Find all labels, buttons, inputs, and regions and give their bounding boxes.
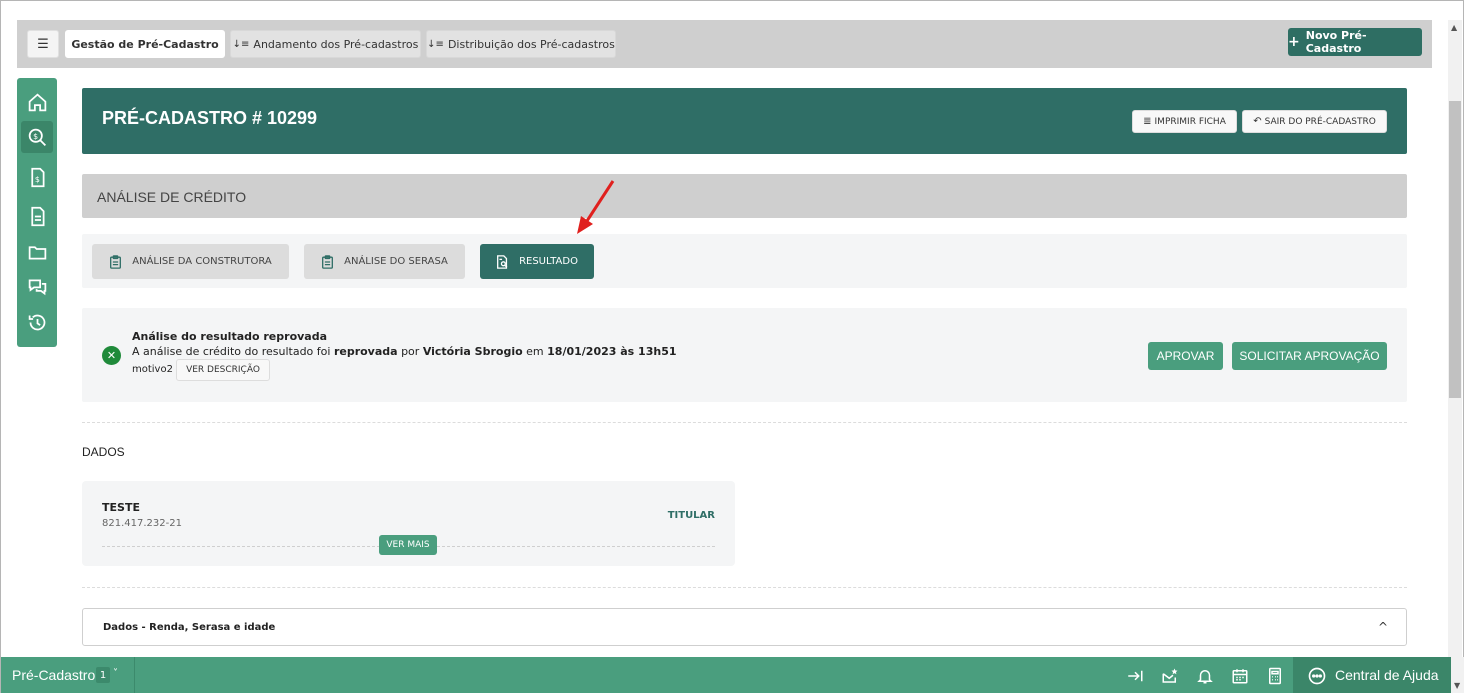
hamburger-icon[interactable]: ☰ (27, 30, 59, 58)
document-search-icon (497, 254, 508, 269)
result-date: 18/01/2023 às 13h51 (547, 345, 677, 358)
tab-analise-serasa[interactable]: ANÁLISE DO SERASA (304, 244, 465, 279)
scrollbar-thumb[interactable] (1449, 101, 1461, 398)
search-money-icon[interactable]: $ (21, 121, 53, 153)
ver-mais-button[interactable]: VER MAIS (379, 535, 437, 555)
exit-button[interactable]: ↶ SAIR DO PRÉ-CADASTRO (1242, 110, 1387, 133)
calendar-icon[interactable] (1229, 665, 1251, 687)
person-card: TESTE 821.417.232-21 TITULAR VER MAIS (82, 481, 735, 566)
folder-icon[interactable] (21, 236, 53, 268)
tab-andamento[interactable]: ↓≡ Andamento dos Pré-cadastros (230, 30, 421, 58)
person-cpf: 821.417.232-21 (102, 518, 182, 529)
help-label: Central de Ajuda (1335, 667, 1439, 683)
tab-label: Andamento dos Pré-cadastros (253, 37, 419, 51)
ver-descricao-button[interactable]: VER DESCRIÇÃO (176, 359, 270, 381)
list-icon: ≣ (1143, 116, 1152, 127)
result-description: A análise de crédito do resultado foi re… (132, 345, 677, 358)
sidebar: $ $ (17, 78, 57, 347)
window-frame: ☰ Gestão de Pré-Cadastro ↓≡ Andamento do… (0, 0, 1464, 693)
bell-icon[interactable] (1194, 665, 1216, 687)
scroll-down-icon[interactable]: ▼ (1454, 681, 1460, 690)
history-icon[interactable] (21, 306, 53, 338)
result-card: ✕ Análise do resultado reprovada A análi… (82, 308, 1407, 402)
new-pre-cadastro-button[interactable]: + Novo Pré-Cadastro (1288, 28, 1422, 56)
pre-cadastro-header: PRÉ-CADASTRO # 10299 ≣ IMPRIMIR FICHA ↶ … (82, 88, 1407, 154)
money-document-icon[interactable]: $ (21, 161, 53, 193)
top-tab-bar: ☰ Gestão de Pré-Cadastro ↓≡ Andamento do… (17, 20, 1432, 68)
svg-text:$: $ (34, 174, 39, 183)
reject-status-icon: ✕ (102, 346, 121, 365)
tab-label: Gestão de Pré-Cadastro (71, 37, 219, 51)
bottom-bar: Pré-Cadastro 1 ˅ Central de Ajuda ▼ (1, 657, 1464, 693)
scrollbar[interactable]: ▼ (1451, 657, 1464, 693)
accordion-renda-serasa[interactable]: Dados - Renda, Serasa e idade ^ (82, 608, 1407, 646)
person-role: TITULAR (667, 510, 715, 521)
reply-icon: ↶ (1253, 116, 1262, 127)
document-icon[interactable] (21, 200, 53, 232)
scroll-up-icon[interactable]: ▲ (1451, 23, 1457, 32)
plus-icon: + (1288, 34, 1300, 50)
sort-icon: ↓≡ (232, 38, 250, 50)
divider (82, 422, 1407, 423)
request-approval-button[interactable]: SOLICITAR APROVAÇÃO (1232, 342, 1387, 370)
section-title: ANÁLISE DE CRÉDITO (97, 189, 247, 205)
chevron-up-icon[interactable]: ^ (1378, 620, 1388, 634)
tab-analise-construtora[interactable]: ANÁLISE DA CONSTRUTORA (92, 244, 289, 279)
print-label: IMPRIMIR FICHA (1154, 116, 1226, 127)
result-user: Victória Sbrogio (422, 345, 523, 358)
tab-gestao-pre-cadastro[interactable]: Gestão de Pré-Cadastro (65, 30, 225, 58)
clipboard-icon (110, 254, 122, 269)
analysis-tabs: ANÁLISE DA CONSTRUTORA ANÁLISE DO SERASA… (82, 234, 1407, 288)
print-button[interactable]: ≣ IMPRIMIR FICHA (1132, 110, 1237, 133)
tab-resultado[interactable]: RESULTADO (480, 244, 594, 279)
dados-heading: DADOS (82, 445, 125, 459)
arrow-to-right-icon[interactable] (1124, 665, 1146, 687)
chat-bubble-icon (1308, 667, 1326, 685)
page-title: PRÉ-CADASTRO # 10299 (102, 108, 318, 128)
accordion-label: Dados - Renda, Serasa e idade (103, 622, 276, 633)
calculator-icon[interactable] (1264, 665, 1286, 687)
mail-star-icon[interactable] (1159, 665, 1181, 687)
person-name: TESTE (102, 501, 140, 514)
divider (82, 587, 1407, 588)
count-badge: 1 (96, 667, 110, 683)
tab-label: ANÁLISE DO SERASA (344, 256, 448, 267)
result-status: reprovada (333, 345, 398, 358)
help-center-button[interactable]: Central de Ajuda (1293, 657, 1451, 693)
tab-label: Distribuição dos Pré-cadastros (447, 37, 615, 51)
bottom-bar-title[interactable]: Pré-Cadastro (12, 667, 95, 683)
result-text: em (522, 345, 548, 358)
svg-text:$: $ (33, 131, 38, 140)
divider (134, 657, 135, 693)
result-motivo: motivo2 (132, 364, 173, 375)
tab-distribuicao[interactable]: ↓≡ Distribuição dos Pré-cadastros (426, 30, 616, 58)
chevron-down-icon[interactable]: ˅ (113, 668, 118, 679)
approve-button[interactable]: APROVAR (1148, 342, 1223, 370)
result-title: Análise do resultado reprovada (132, 330, 328, 343)
chat-icon[interactable] (21, 270, 53, 302)
clipboard-icon (322, 254, 334, 269)
new-button-label: Novo Pré-Cadastro (1305, 29, 1367, 55)
annotation-arrow-icon (577, 180, 615, 234)
home-icon[interactable] (21, 86, 53, 118)
exit-label: SAIR DO PRÉ-CADASTRO (1264, 116, 1376, 127)
sort-icon: ↓≡ (427, 38, 444, 50)
tab-label: ANÁLISE DA CONSTRUTORA (132, 256, 272, 267)
result-text: por (397, 345, 423, 358)
section-title-bar: ANÁLISE DE CRÉDITO (82, 174, 1407, 218)
result-text: A análise de crédito do resultado foi (132, 345, 334, 358)
tab-label: RESULTADO (519, 256, 578, 267)
